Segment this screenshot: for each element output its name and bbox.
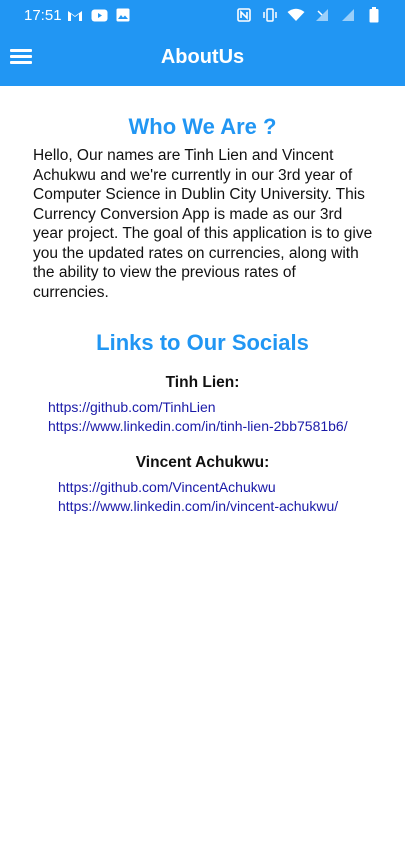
github-link-tinh[interactable]: https://github.com/TinhLien (0, 398, 405, 417)
signal-icon (313, 7, 331, 23)
vibrate-icon (261, 7, 279, 23)
status-left-icons (66, 7, 132, 23)
gmail-icon (66, 7, 84, 23)
status-time: 17:51 (24, 7, 62, 24)
linkedin-link-vincent[interactable]: https://www.linkedin.com/in/vincent-achu… (0, 497, 405, 516)
signal-icon (339, 7, 357, 23)
links-tinh: https://github.com/TinhLien https://www.… (0, 398, 405, 436)
status-right-icons (235, 7, 383, 23)
gallery-icon (114, 7, 132, 23)
wifi-icon (287, 7, 305, 23)
app-bar: AboutUs (0, 32, 405, 86)
status-bar: 17:51 (0, 0, 405, 32)
who-we-are-heading: Who We Are ? (128, 114, 277, 139)
about-paragraph: Hello, Our names are Tinh Lien and Vince… (33, 147, 373, 301)
person-name-tinh: Tinh Lien: (165, 374, 240, 391)
page-title: AboutUs (160, 46, 245, 68)
person-name-vincent: Vincent Achukwu: (135, 454, 270, 471)
youtube-icon (90, 7, 108, 23)
socials-heading: Links to Our Socials (96, 330, 309, 355)
linkedin-link-tinh[interactable]: https://www.linkedin.com/in/tinh-lien-2b… (0, 417, 405, 436)
links-vincent: https://github.com/VincentAchukwu https:… (0, 478, 405, 516)
battery-icon (365, 7, 383, 23)
github-link-vincent[interactable]: https://github.com/VincentAchukwu (0, 478, 405, 497)
about-content: Who We Are ? Hello, Our names are Tinh L… (0, 86, 405, 516)
nfc-icon (235, 7, 253, 23)
